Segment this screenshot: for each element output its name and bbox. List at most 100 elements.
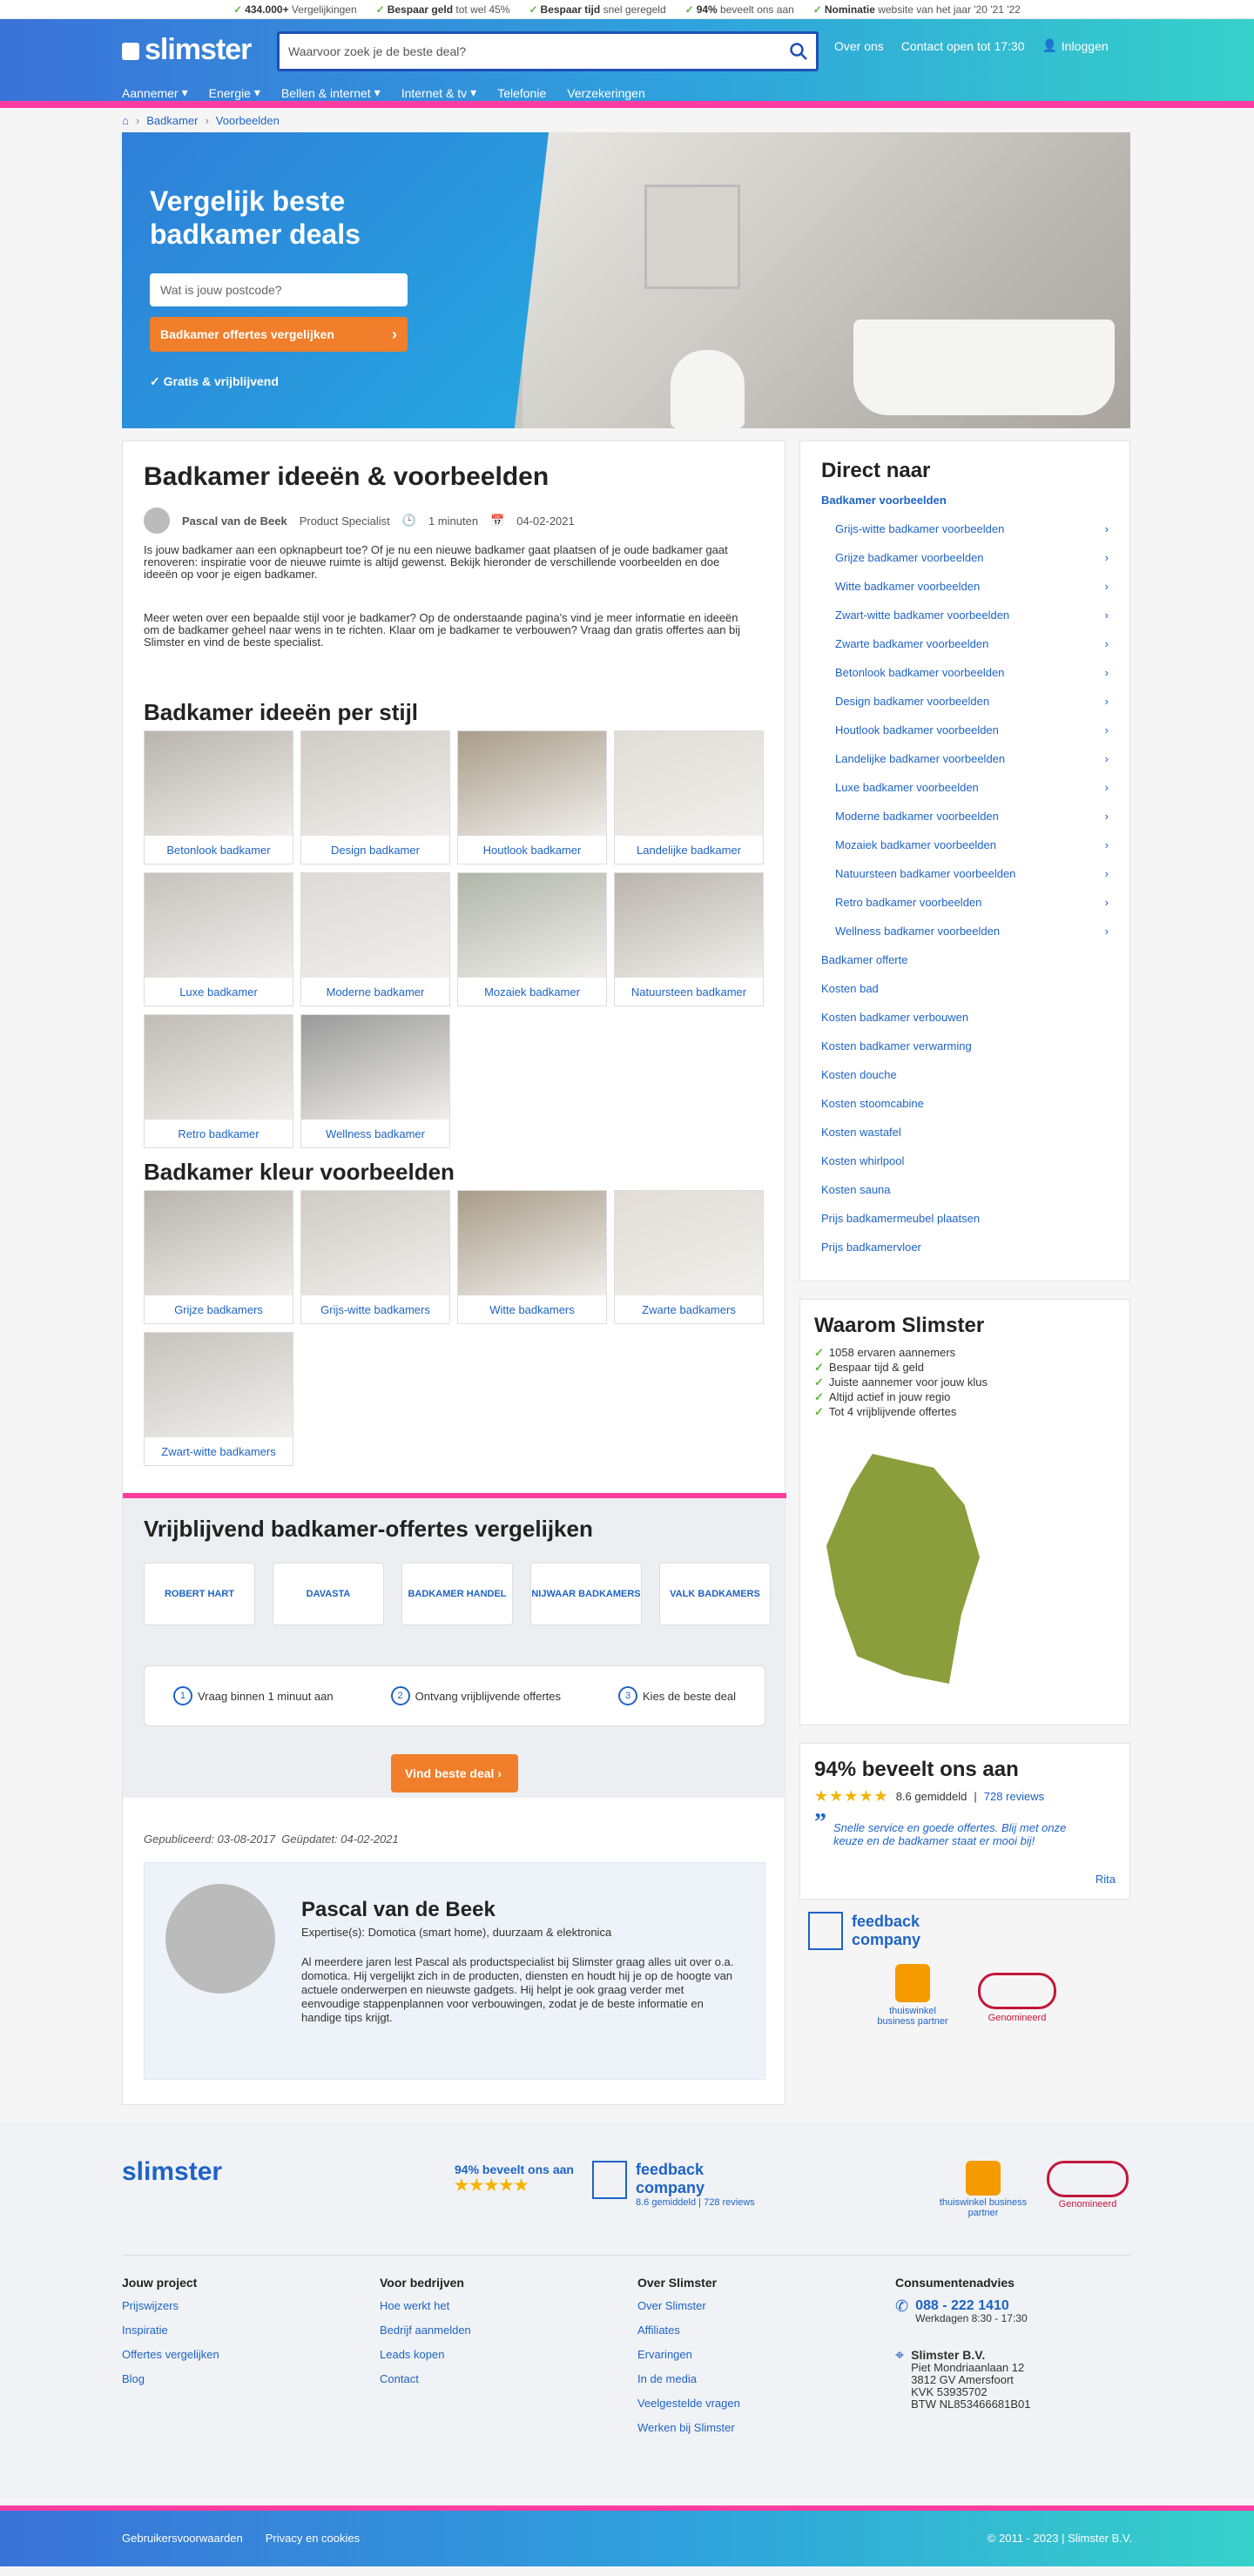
direct-link-label[interactable]: Retro badkamer voorbeelden [835,896,981,925]
direct-link-label[interactable]: Zwart-witte badkamer voorbeelden [835,609,1009,637]
postcode-input[interactable]: Wat is jouw postcode? [150,273,408,306]
tile-label[interactable]: Luxe badkamer [145,978,293,1006]
direct-link-label[interactable]: Landelijke badkamer voorbeelden [835,752,1005,781]
direct-link[interactable]: Luxe badkamer voorbeelden › [821,781,1109,810]
direct-link[interactable]: Moderne badkamer voorbeelden › [821,810,1109,838]
direct-link[interactable]: Witte badkamer voorbeelden › [821,580,1109,609]
footer-thuiswinkel[interactable]: thuiswinkel business partner [935,2161,1031,2218]
footer-link[interactable]: Blog [122,2373,219,2385]
direct-link[interactable]: Wellness badkamer voorbeelden › [821,925,1109,953]
nav-telefonie[interactable]: Telefonie [497,85,546,100]
review-count[interactable]: 728 reviews [984,1790,1044,1803]
nav-bellen-internet[interactable]: Bellen & internet ▾ [281,85,381,100]
style-tile[interactable]: Design badkamer [300,730,450,864]
footer-link[interactable]: Over Slimster [637,2300,740,2312]
compare-button[interactable]: Badkamer offertes vergelijken › [150,317,408,352]
style-tile[interactable]: Grijze badkamers [144,1190,293,1324]
tile-label[interactable]: Mozaiek badkamer [458,978,606,1006]
direct-link-label[interactable]: Betonlook badkamer voorbeelden [835,666,1004,695]
tile-label[interactable]: Grijze badkamers [145,1295,293,1323]
feedback-company-badge[interactable]: feedback company [808,1912,939,1950]
footer-feedback[interactable]: feedback company 8.6 gemiddeld | 728 revi… [592,2161,755,2208]
tile-label[interactable]: Wellness badkamer [301,1120,449,1147]
direct-link-label[interactable]: Grijze badkamer voorbeelden [835,551,984,580]
footer-link[interactable]: Contact [380,2373,471,2385]
tile-label[interactable]: Moderne badkamer [301,978,449,1006]
tile-label[interactable]: Design badkamer [301,836,449,864]
style-tile[interactable]: Wellness badkamer [300,1014,450,1148]
direct-link-label[interactable]: Mozaiek badkamer voorbeelden [835,838,996,867]
nav-energie[interactable]: Energie ▾ [209,85,260,100]
direct-link[interactable]: Kosten stoomcabine [821,1097,1109,1126]
tile-label[interactable]: Zwart-witte badkamers [145,1437,293,1465]
search-input[interactable] [280,34,767,69]
nav-internet-tv[interactable]: Internet & tv ▾ [401,85,477,100]
tile-label[interactable]: Retro badkamer [145,1120,293,1147]
tile-label[interactable]: Witte badkamers [458,1295,606,1323]
tile-label[interactable]: Zwarte badkamers [615,1295,763,1323]
footer-link[interactable]: Affiliates [637,2324,740,2337]
direct-link-label[interactable]: Luxe badkamer voorbeelden [835,781,979,810]
logo[interactable]: slimster [122,33,252,67]
style-tile[interactable]: Grijs-witte badkamers [300,1190,450,1324]
direct-link[interactable]: Retro badkamer voorbeelden › [821,896,1109,925]
direct-link[interactable]: Zwarte badkamer voorbeelden › [821,637,1109,666]
footer-link[interactable]: Leads kopen [380,2349,471,2361]
phone-number[interactable]: 088 - 222 1410 [915,2298,1009,2313]
direct-link-label[interactable]: Kosten wastafel [821,1126,901,1154]
direct-link-label[interactable]: Kosten badkamer verwarming [821,1039,972,1068]
style-tile[interactable]: Mozaiek badkamer [457,872,607,1006]
footer-link[interactable]: Inspiratie [122,2324,219,2337]
home-icon[interactable]: ⌂ [122,114,129,127]
direct-link[interactable]: Grijs-witte badkamer voorbeelden › [821,522,1109,551]
style-tile[interactable]: Zwart-witte badkamers [144,1332,293,1466]
login-link[interactable]: 👤 Inloggen [1042,38,1108,53]
footer-link[interactable]: Bedrijf aanmelden [380,2324,471,2337]
direct-link[interactable]: Betonlook badkamer voorbeelden › [821,666,1109,695]
direct-link-label[interactable]: Zwarte badkamer voorbeelden [835,637,988,666]
footer-logo[interactable]: slimster [122,2157,222,2187]
style-tile[interactable]: Retro badkamer [144,1014,293,1148]
direct-link[interactable]: Natuursteen badkamer voorbeelden › [821,867,1109,896]
nav-aannemer[interactable]: Aannemer ▾ [122,85,188,100]
terms-link[interactable]: Gebruikersvoorwaarden [122,2532,243,2545]
footer-link[interactable]: Prijswijzers [122,2300,219,2312]
direct-link[interactable]: Kosten whirlpool [821,1154,1109,1183]
find-deal-button[interactable]: Vind beste deal › [391,1754,518,1792]
direct-link-label[interactable]: Kosten stoomcabine [821,1097,924,1126]
direct-link-label[interactable]: Witte badkamer voorbeelden [835,580,980,609]
nav-verzekeringen[interactable]: Verzekeringen [567,85,645,100]
direct-link-label[interactable]: Badkamer offerte [821,953,907,982]
direct-link-label[interactable]: Moderne badkamer voorbeelden [835,810,999,838]
tile-label[interactable]: Houtlook badkamer [458,836,606,864]
style-tile[interactable]: Luxe badkamer [144,872,293,1006]
footer-link[interactable]: In de media [637,2373,740,2385]
footer-link[interactable]: Werken bij Slimster [637,2422,740,2434]
search-icon[interactable] [788,41,809,62]
direct-link[interactable]: Prijs badkamermeubel plaatsen [821,1212,1109,1241]
direct-sub[interactable]: Badkamer voorbeelden [821,494,1109,522]
author-name[interactable]: Pascal van de Beek [182,515,287,528]
direct-link-label[interactable]: Kosten whirlpool [821,1154,904,1183]
direct-link[interactable]: Kosten douche [821,1068,1109,1097]
direct-link-label[interactable]: Natuursteen badkamer voorbeelden [835,867,1015,896]
direct-link-label[interactable]: Prijs badkamermeubel plaatsen [821,1212,980,1241]
direct-link-label[interactable]: Grijs-witte badkamer voorbeelden [835,522,1004,551]
style-tile[interactable]: Betonlook badkamer [144,730,293,864]
direct-link[interactable]: Design badkamer voorbeelden › [821,695,1109,723]
tile-label[interactable]: Natuursteen badkamer [615,978,763,1006]
tile-label[interactable]: Grijs-witte badkamers [301,1295,449,1323]
footer-link[interactable]: Ervaringen [637,2349,740,2361]
style-tile[interactable]: Natuursteen badkamer [614,872,764,1006]
tile-label[interactable]: Betonlook badkamer [145,836,293,864]
style-tile[interactable]: Zwarte badkamers [614,1190,764,1324]
direct-link[interactable]: Kosten bad [821,982,1109,1011]
privacy-link[interactable]: Privacy en cookies [266,2532,360,2545]
style-tile[interactable]: Witte badkamers [457,1190,607,1324]
footer-link[interactable]: Veelgestelde vragen [637,2398,740,2410]
direct-link-label[interactable]: Kosten sauna [821,1183,891,1212]
footer-link[interactable]: Hoe werkt het [380,2300,471,2312]
direct-link[interactable]: Badkamer offerte [821,953,1109,982]
direct-link[interactable]: Houtlook badkamer voorbeelden › [821,723,1109,752]
direct-link[interactable]: Kosten sauna [821,1183,1109,1212]
